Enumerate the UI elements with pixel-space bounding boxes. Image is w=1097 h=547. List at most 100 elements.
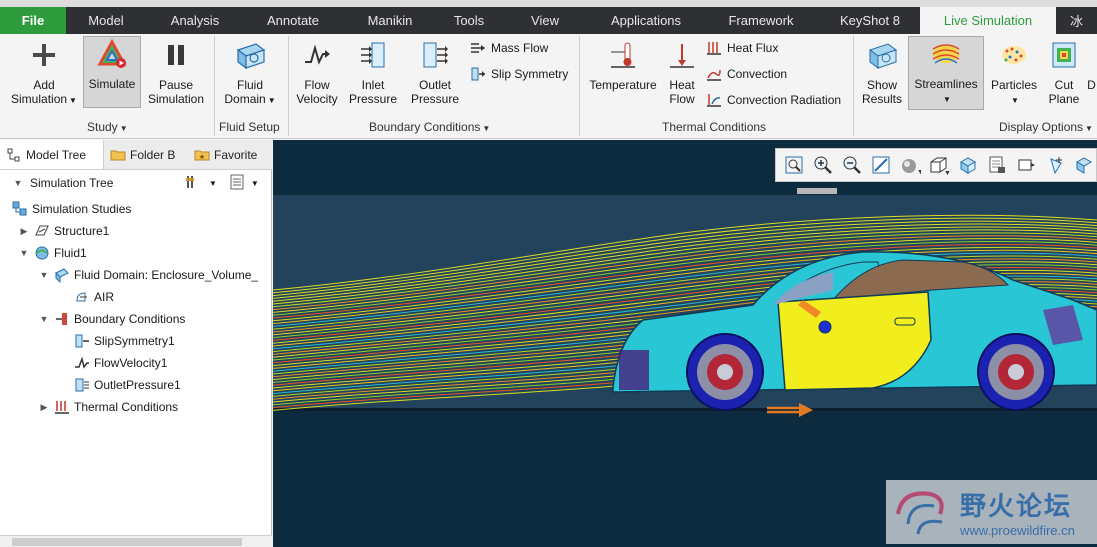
tree-item[interactable]: ▼ Boundary Conditions xyxy=(38,309,186,329)
tree-item-label: Fluid1 xyxy=(54,246,87,260)
svg-text:▼: ▼ xyxy=(917,169,921,175)
mass-flow-button[interactable]: Mass Flow xyxy=(470,40,548,56)
group-separator xyxy=(288,36,289,136)
outlet-pressure-button[interactable]: Outlet Pressure xyxy=(405,38,465,118)
inlet-pressure-icon xyxy=(356,38,390,72)
tree-filter-icon[interactable] xyxy=(229,174,245,193)
more-display-button[interactable]: D xyxy=(1086,38,1097,118)
repaint-icon[interactable] xyxy=(869,153,892,177)
fluid-icon xyxy=(34,245,50,261)
more-icon xyxy=(1086,38,1097,72)
tree-tools: ▼ ▼ xyxy=(185,174,259,193)
spin-center-icon[interactable] xyxy=(1073,153,1096,177)
study-group-label[interactable]: Study ▼ xyxy=(87,120,128,134)
flow-velocity-label: Flow Velocity xyxy=(296,78,338,106)
tab-framework[interactable]: Framework xyxy=(702,7,820,34)
add-simulation-button[interactable]: Add Simulation ▼ xyxy=(6,38,82,118)
display-options-group-label[interactable]: Display Options ▼ xyxy=(999,120,1093,134)
chevron-down-icon[interactable]: ▼ xyxy=(209,179,217,188)
saved-orientations-icon[interactable]: ▼ xyxy=(927,153,950,177)
model-tree-panel: Model Tree Folder B ★ Favorite ▼ Simulat… xyxy=(0,140,272,547)
ribbon: Add Simulation ▼ Simulate Pause Simulatio… xyxy=(0,34,1097,139)
temperature-label: Temperature xyxy=(589,78,657,92)
perspective-view-icon[interactable] xyxy=(986,153,1009,177)
tree-item-label: SlipSymmetry1 xyxy=(94,334,175,348)
tab-model-tree[interactable]: Model Tree xyxy=(0,140,104,169)
collapse-twisty[interactable]: ▼ xyxy=(12,178,24,188)
fluid-domain-button[interactable]: Fluid Domain ▼ xyxy=(218,38,282,118)
tree-item[interactable]: ▶ Thermal Conditions xyxy=(38,397,179,417)
expand-twisty[interactable]: ▶ xyxy=(38,402,50,413)
svg-text:★: ★ xyxy=(199,153,205,161)
simulation-tree-title: Simulation Tree xyxy=(30,176,114,190)
pause-simulation-button[interactable]: Pause Simulation xyxy=(144,38,208,118)
tab-favorites[interactable]: ★ Favorite xyxy=(188,140,272,169)
tree-item[interactable]: AIR xyxy=(58,287,114,307)
tree-item[interactable]: FlowVelocity1 xyxy=(58,353,167,373)
tab-view[interactable]: View xyxy=(500,7,590,34)
tab-annotate[interactable]: Annotate xyxy=(244,7,342,34)
annotation-display-icon[interactable] xyxy=(1015,153,1038,177)
tab-manikin[interactable]: Manikin xyxy=(342,7,438,34)
watermark-title: 野火论坛 xyxy=(960,491,1073,521)
tree-item[interactable]: SlipSymmetry1 xyxy=(58,331,175,351)
temperature-button[interactable]: Temperature xyxy=(584,38,662,118)
view-manager-icon[interactable] xyxy=(957,153,980,177)
model-tree-icon xyxy=(6,147,22,163)
temperature-icon xyxy=(606,38,640,72)
tab-live-simulation[interactable]: Live Simulation xyxy=(920,7,1056,34)
tree-item-label: AIR xyxy=(94,290,115,304)
expand-twisty[interactable]: ▼ xyxy=(38,270,50,280)
tab-more[interactable]: 冰 xyxy=(1056,7,1097,34)
boundary-conditions-group-label[interactable]: Boundary Conditions ▼ xyxy=(369,120,490,134)
convection-button[interactable]: Convection xyxy=(706,66,787,82)
tab-file[interactable]: File xyxy=(0,7,66,34)
simulate-button[interactable]: Simulate xyxy=(83,36,141,108)
outlet-pressure-icon xyxy=(418,38,452,72)
tab-keyshot[interactable]: KeyShot 8 xyxy=(820,7,920,34)
tab-model[interactable]: Model xyxy=(66,7,146,34)
expand-twisty[interactable]: ▶ xyxy=(18,226,30,237)
expand-twisty[interactable]: ▼ xyxy=(18,248,30,258)
tab-folder-browser[interactable]: Folder B xyxy=(104,140,188,169)
more-display-label: D xyxy=(1087,78,1096,92)
tab-tools[interactable]: Tools xyxy=(438,7,500,34)
fluid-setup-group-label: Fluid Setup xyxy=(219,120,280,134)
heat-flow-button[interactable]: Heat Flow xyxy=(664,38,700,118)
streamlines-label: Streamlines ▼ xyxy=(914,77,978,104)
chevron-down-icon[interactable]: ▼ xyxy=(251,179,259,188)
tree-item[interactable]: ▶ Structure1 xyxy=(18,221,110,241)
zoom-out-icon[interactable] xyxy=(840,153,863,177)
tree-item[interactable]: ▼ Fluid Domain: Enclosure_Volume_ xyxy=(38,265,258,285)
heat-flux-button[interactable]: Heat Flux xyxy=(706,40,778,56)
tree-item[interactable]: Simulation Studies xyxy=(8,199,131,219)
flow-velocity-button[interactable]: Flow Velocity xyxy=(292,38,342,118)
inlet-marker xyxy=(797,188,837,194)
streamlines-button[interactable]: Streamlines ▼ xyxy=(908,36,984,110)
graphics-viewport[interactable]: ▼ ▼ 野火论坛 www.proewildfire.cn xyxy=(273,140,1097,547)
tree-item[interactable]: OutletPressure1 xyxy=(58,375,181,395)
expand-twisty[interactable]: ▼ xyxy=(38,314,50,324)
particles-label: Particles ▼ xyxy=(990,78,1037,105)
convection-radiation-button[interactable]: Convection Radiation xyxy=(706,92,841,108)
zoom-fit-icon[interactable] xyxy=(782,153,805,177)
group-separator xyxy=(214,36,215,136)
show-results-button[interactable]: Show Results xyxy=(857,38,907,118)
folder-icon xyxy=(110,147,126,163)
cut-plane-button[interactable]: Cut Plane xyxy=(1044,38,1084,118)
panel-tabs: Model Tree Folder B ★ Favorite xyxy=(0,140,272,170)
horizontal-scrollbar[interactable] xyxy=(0,535,272,547)
tree-item-label: Structure1 xyxy=(54,224,110,238)
display-style-icon[interactable]: ▼ xyxy=(898,153,921,177)
tab-analysis[interactable]: Analysis xyxy=(146,7,244,34)
inlet-pressure-button[interactable]: Inlet Pressure xyxy=(345,38,401,118)
zoom-in-icon[interactable] xyxy=(811,153,834,177)
datum-display-icon[interactable] xyxy=(1044,153,1067,177)
flow-velocity-icon xyxy=(300,38,334,72)
settings-tools-icon[interactable] xyxy=(185,174,203,193)
convection-radiation-icon xyxy=(706,92,722,108)
tab-applications[interactable]: Applications xyxy=(590,7,702,34)
tree-item[interactable]: ▼ Fluid1 xyxy=(18,243,87,263)
particles-button[interactable]: Particles ▼ xyxy=(986,38,1042,118)
slip-symmetry-button[interactable]: Slip Symmetry xyxy=(470,66,568,82)
